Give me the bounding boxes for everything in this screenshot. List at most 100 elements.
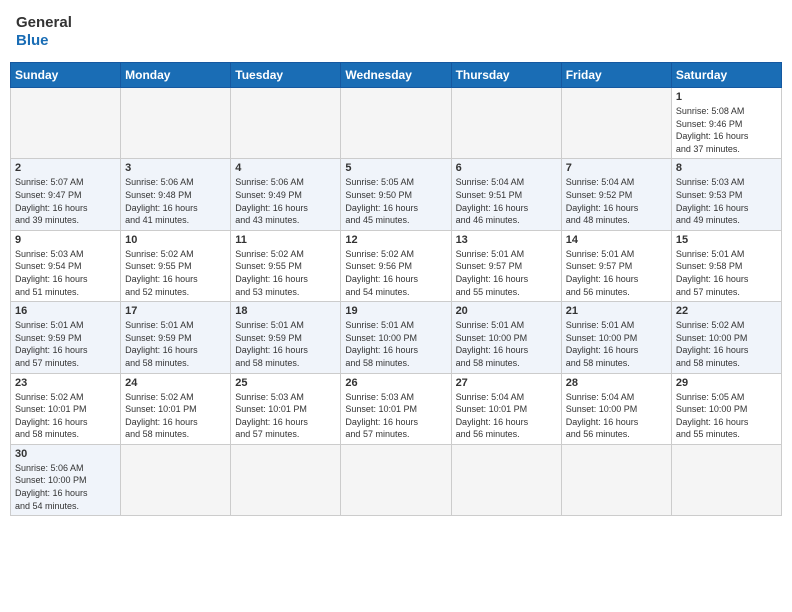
day-info: Sunrise: 5:06 AMSunset: 10:00 PMDaylight…	[15, 462, 116, 512]
day-number: 13	[456, 234, 557, 246]
day-number: 14	[566, 234, 667, 246]
day-info: Sunrise: 5:01 AMSunset: 10:00 PMDaylight…	[456, 319, 557, 369]
calendar-cell	[671, 444, 781, 515]
calendar-cell: 9Sunrise: 5:03 AMSunset: 9:54 PMDaylight…	[11, 230, 121, 301]
day-info: Sunrise: 5:02 AMSunset: 9:55 PMDaylight:…	[235, 248, 336, 298]
calendar-week-row: 9Sunrise: 5:03 AMSunset: 9:54 PMDaylight…	[11, 230, 782, 301]
col-header-saturday: Saturday	[671, 63, 781, 88]
calendar-cell	[561, 444, 671, 515]
calendar-week-row: 16Sunrise: 5:01 AMSunset: 9:59 PMDayligh…	[11, 302, 782, 373]
calendar-cell: 24 Sunrise: 5:02 AMSunset: 10:01 PMDaylig…	[121, 373, 231, 444]
day-info: Sunrise: 5:04 AMSunset: 9:52 PMDaylight:…	[566, 176, 667, 226]
calendar-cell	[341, 444, 451, 515]
day-number: 22	[676, 305, 777, 317]
calendar-week-row: 2 Sunrise: 5:07 AMSunset: 9:47 PMDaylight…	[11, 159, 782, 230]
calendar-cell: 2 Sunrise: 5:07 AMSunset: 9:47 PMDaylight…	[11, 159, 121, 230]
logo-general-text: General	[16, 14, 72, 32]
day-number: 27	[456, 377, 557, 389]
day-info: Sunrise: 5:07 AMSunset: 9:47 PMDaylight:…	[15, 176, 116, 226]
calendar-cell: 17Sunrise: 5:01 AMSunset: 9:59 PMDayligh…	[121, 302, 231, 373]
calendar-cell: 7 Sunrise: 5:04 AMSunset: 9:52 PMDaylight…	[561, 159, 671, 230]
day-info: Sunrise: 5:02 AMSunset: 9:55 PMDaylight:…	[125, 248, 226, 298]
day-number: 7	[566, 162, 667, 174]
calendar-cell: 6 Sunrise: 5:04 AMSunset: 9:51 PMDaylight…	[451, 159, 561, 230]
calendar-cell: 5Sunrise: 5:05 AMSunset: 9:50 PMDaylight…	[341, 159, 451, 230]
calendar-cell: 25Sunrise: 5:03 AMSunset: 10:01 PMDaylig…	[231, 373, 341, 444]
calendar-cell: 30 Sunrise: 5:06 AMSunset: 10:00 PMDaylig…	[11, 444, 121, 515]
day-info: Sunrise: 5:01 AMSunset: 9:59 PMDaylight:…	[235, 319, 336, 369]
calendar-cell: 20 Sunrise: 5:01 AMSunset: 10:00 PMDaylig…	[451, 302, 561, 373]
calendar-cell: 23Sunrise: 5:02 AMSunset: 10:01 PMDaylig…	[11, 373, 121, 444]
day-number: 6	[456, 162, 557, 174]
day-info: Sunrise: 5:01 AMSunset: 9:57 PMDaylight:…	[566, 248, 667, 298]
day-number: 8	[676, 162, 777, 174]
day-info: Sunrise: 5:01 AMSunset: 9:59 PMDaylight:…	[125, 319, 226, 369]
day-number: 4	[235, 162, 336, 174]
calendar-week-row: 30 Sunrise: 5:06 AMSunset: 10:00 PMDaylig…	[11, 444, 782, 515]
calendar-cell	[11, 88, 121, 159]
calendar-cell: 21 Sunrise: 5:01 AMSunset: 10:00 PMDaylig…	[561, 302, 671, 373]
day-number: 11	[235, 234, 336, 246]
calendar-cell: 4 Sunrise: 5:06 AMSunset: 9:49 PMDaylight…	[231, 159, 341, 230]
col-header-tuesday: Tuesday	[231, 63, 341, 88]
day-info: Sunrise: 5:01 AMSunset: 10:00 PMDaylight…	[345, 319, 446, 369]
day-number: 30	[15, 448, 116, 460]
page-header: General Blue General Blue	[10, 10, 782, 54]
day-number: 24	[125, 377, 226, 389]
calendar-cell: 28 Sunrise: 5:04 AMSunset: 10:00 PMDaylig…	[561, 373, 671, 444]
col-header-friday: Friday	[561, 63, 671, 88]
day-info: Sunrise: 5:03 AMSunset: 9:53 PMDaylight:…	[676, 176, 777, 226]
day-number: 19	[345, 305, 446, 317]
calendar-cell: 10Sunrise: 5:02 AMSunset: 9:55 PMDayligh…	[121, 230, 231, 301]
calendar-cell: 15Sunrise: 5:01 AMSunset: 9:58 PMDayligh…	[671, 230, 781, 301]
day-info: Sunrise: 5:01 AMSunset: 9:59 PMDaylight:…	[15, 319, 116, 369]
calendar-cell: 16Sunrise: 5:01 AMSunset: 9:59 PMDayligh…	[11, 302, 121, 373]
calendar-cell	[121, 88, 231, 159]
calendar-cell: 12 Sunrise: 5:02 AMSunset: 9:56 PMDayligh…	[341, 230, 451, 301]
col-header-sunday: Sunday	[11, 63, 121, 88]
day-number: 21	[566, 305, 667, 317]
calendar-cell	[341, 88, 451, 159]
calendar-week-row: 23Sunrise: 5:02 AMSunset: 10:01 PMDaylig…	[11, 373, 782, 444]
day-number: 28	[566, 377, 667, 389]
calendar-cell: 8 Sunrise: 5:03 AMSunset: 9:53 PMDaylight…	[671, 159, 781, 230]
day-info: Sunrise: 5:06 AMSunset: 9:49 PMDaylight:…	[235, 176, 336, 226]
calendar-cell	[121, 444, 231, 515]
col-header-thursday: Thursday	[451, 63, 561, 88]
day-info: Sunrise: 5:02 AMSunset: 10:01 PMDaylight…	[15, 391, 116, 441]
day-number: 18	[235, 305, 336, 317]
day-info: Sunrise: 5:02 AMSunset: 10:01 PMDaylight…	[125, 391, 226, 441]
calendar-cell: 26Sunrise: 5:03 AMSunset: 10:01 PMDaylig…	[341, 373, 451, 444]
calendar-cell	[451, 88, 561, 159]
day-info: Sunrise: 5:05 AMSunset: 10:00 PMDaylight…	[676, 391, 777, 441]
day-info: Sunrise: 5:01 AMSunset: 10:00 PMDaylight…	[566, 319, 667, 369]
day-info: Sunrise: 5:06 AMSunset: 9:48 PMDaylight:…	[125, 176, 226, 226]
day-number: 3	[125, 162, 226, 174]
calendar-cell: 27 Sunrise: 5:04 AMSunset: 10:01 PMDaylig…	[451, 373, 561, 444]
day-info: Sunrise: 5:08 AMSunset: 9:46 PMDaylight:…	[676, 105, 777, 155]
calendar-cell: 1 Sunrise: 5:08 AMSunset: 9:46 PMDaylight…	[671, 88, 781, 159]
logo: General Blue General Blue	[16, 14, 72, 50]
day-number: 12	[345, 234, 446, 246]
day-info: Sunrise: 5:03 AMSunset: 9:54 PMDaylight:…	[15, 248, 116, 298]
col-header-monday: Monday	[121, 63, 231, 88]
day-info: Sunrise: 5:04 AMSunset: 10:01 PMDaylight…	[456, 391, 557, 441]
day-number: 1	[676, 91, 777, 103]
day-number: 2	[15, 162, 116, 174]
calendar-week-row: 1 Sunrise: 5:08 AMSunset: 9:46 PMDaylight…	[11, 88, 782, 159]
day-number: 20	[456, 305, 557, 317]
day-info: Sunrise: 5:02 AMSunset: 9:56 PMDaylight:…	[345, 248, 446, 298]
col-header-wednesday: Wednesday	[341, 63, 451, 88]
calendar-cell	[561, 88, 671, 159]
calendar-cell	[231, 88, 341, 159]
day-number: 25	[235, 377, 336, 389]
calendar-cell	[231, 444, 341, 515]
day-info: Sunrise: 5:01 AMSunset: 9:57 PMDaylight:…	[456, 248, 557, 298]
day-info: Sunrise: 5:05 AMSunset: 9:50 PMDaylight:…	[345, 176, 446, 226]
calendar-cell: 14 Sunrise: 5:01 AMSunset: 9:57 PMDayligh…	[561, 230, 671, 301]
day-info: Sunrise: 5:04 AMSunset: 9:51 PMDaylight:…	[456, 176, 557, 226]
day-info: Sunrise: 5:01 AMSunset: 9:58 PMDaylight:…	[676, 248, 777, 298]
calendar-cell: 13 Sunrise: 5:01 AMSunset: 9:57 PMDayligh…	[451, 230, 561, 301]
day-info: Sunrise: 5:04 AMSunset: 10:00 PMDaylight…	[566, 391, 667, 441]
calendar-cell: 11 Sunrise: 5:02 AMSunset: 9:55 PMDayligh…	[231, 230, 341, 301]
